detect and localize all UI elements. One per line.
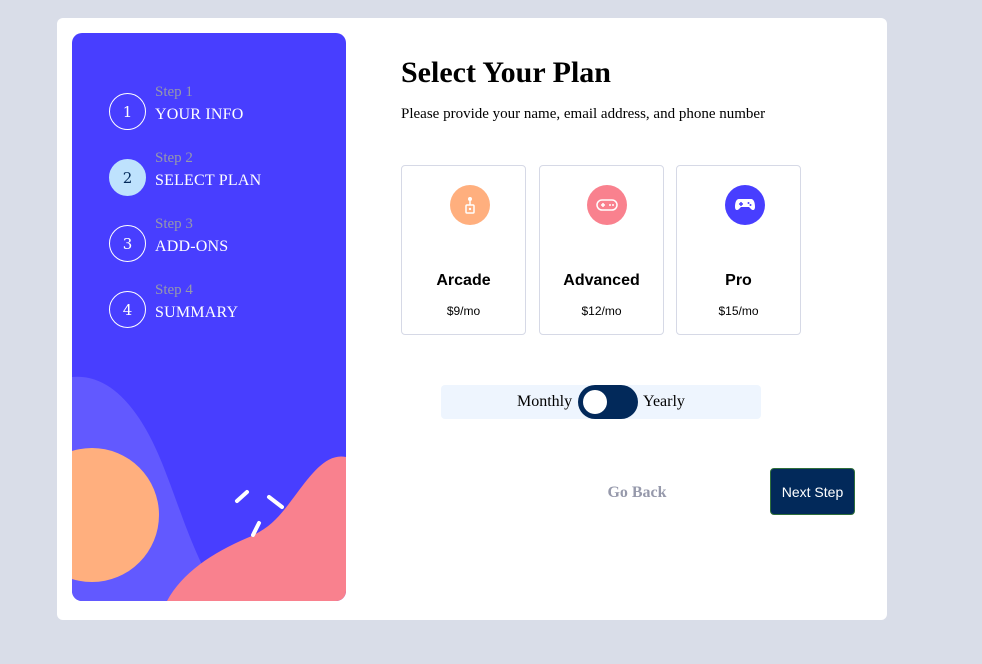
sidebar: 1 Step 1 YOUR INFO 2 Step 2 SELECT PLAN … xyxy=(72,33,346,601)
step-label: Step 2 xyxy=(155,150,193,166)
sidebar-step-3[interactable]: 3 Step 3 ADD-ONS xyxy=(109,216,339,262)
plan-name: Arcade xyxy=(436,272,491,289)
step-number: 3 xyxy=(109,225,146,262)
controller-icon xyxy=(725,185,765,225)
step-title: SELECT PLAN xyxy=(155,172,262,189)
arcade-icon xyxy=(450,185,490,225)
form-card: 1 Step 1 YOUR INFO 2 Step 2 SELECT PLAN … xyxy=(57,18,887,620)
sidebar-step-2[interactable]: 2 Step 2 SELECT PLAN xyxy=(109,150,339,196)
sidebar-step-4[interactable]: 4 Step 4 SUMMARY xyxy=(109,282,339,328)
next-step-button[interactable]: Next Step xyxy=(770,468,855,515)
page-subtitle: Please provide your name, email address,… xyxy=(401,106,766,122)
billing-toggle-row: Monthly Yearly xyxy=(441,385,761,419)
go-back-button[interactable]: Go Back xyxy=(597,481,677,505)
plan-card-advanced[interactable]: Advanced $12/mo xyxy=(539,165,664,335)
step-label: Step 4 xyxy=(155,282,193,298)
plan-price: $12/mo xyxy=(581,304,622,318)
plan-card-arcade[interactable]: Arcade $9/mo xyxy=(401,165,526,335)
step-number: 1 xyxy=(109,93,146,130)
plan-card-pro[interactable]: Pro $15/mo xyxy=(676,165,801,335)
step-title: YOUR INFO xyxy=(155,106,244,123)
step-label: Step 1 xyxy=(155,84,193,100)
page-title: Select Your Plan xyxy=(401,56,611,89)
toggle-knob xyxy=(583,390,607,414)
step-title: SUMMARY xyxy=(155,304,239,321)
plan-name: Advanced xyxy=(563,272,640,289)
step-number: 4 xyxy=(109,291,146,328)
step-number: 2 xyxy=(109,159,146,196)
plan-price: $15/mo xyxy=(718,304,759,318)
step-label: Step 3 xyxy=(155,216,193,232)
plan-name: Pro xyxy=(725,272,752,289)
plan-price: $9/mo xyxy=(446,304,481,318)
gamepad-icon xyxy=(587,185,627,225)
billing-yearly-label[interactable]: Yearly xyxy=(643,393,685,411)
sidebar-step-1[interactable]: 1 Step 1 YOUR INFO xyxy=(109,84,339,130)
billing-monthly-label[interactable]: Monthly xyxy=(517,393,572,411)
billing-toggle[interactable] xyxy=(578,385,638,419)
step-title: ADD-ONS xyxy=(155,238,229,255)
